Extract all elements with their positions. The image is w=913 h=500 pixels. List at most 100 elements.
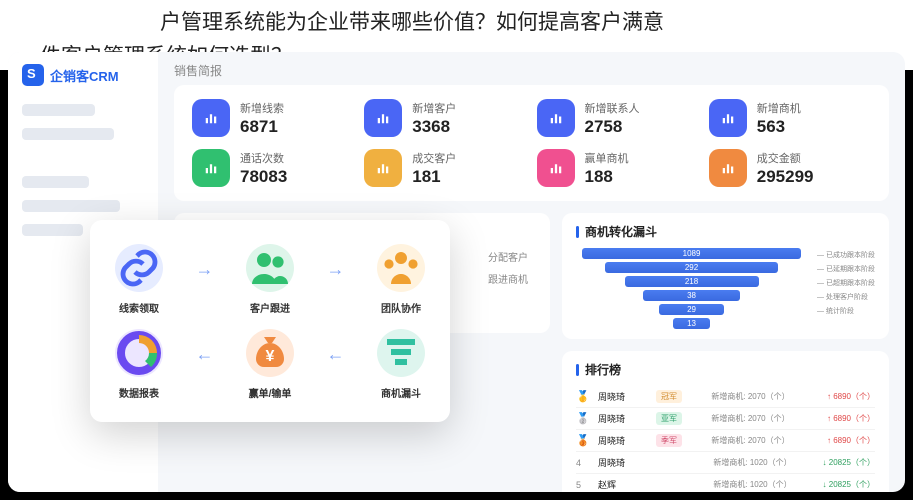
rank-name: 周晓琦 <box>598 412 648 425</box>
legend-item: 统计阶段 <box>817 306 875 316</box>
stat-value: 295299 <box>757 167 814 187</box>
arrow-left-icon: ← <box>327 344 345 385</box>
rank-badge: 冠军 <box>656 390 682 403</box>
assist-line[interactable]: 分配客户 <box>488 248 536 270</box>
bar-chart-icon <box>192 149 230 187</box>
link-chain-icon <box>115 244 163 292</box>
arrow-left-icon: ← <box>196 344 214 385</box>
rank-row[interactable]: 5 赵辉 新增商机: 1020（个） ↓ 20825（个） <box>576 474 875 492</box>
stat-item[interactable]: 成交客户 181 <box>364 149 526 187</box>
legend-item: 已延期跟本阶段 <box>817 264 875 274</box>
brand[interactable]: 企销客CRM <box>22 64 144 86</box>
legend-item: 已成功跟本阶段 <box>817 250 875 260</box>
rank-row[interactable]: 🥇 周晓琦 冠军 新增商机: 2070（个） ↑ 6890（个） <box>576 386 875 408</box>
stat-value: 2758 <box>585 117 640 137</box>
stats-card: 新增线索 6871 新增客户 3368 新增联系人 2758 新增商机 563 … <box>174 85 889 201</box>
workflow-node-team[interactable]: 团队协作 <box>372 244 430 315</box>
rank-metric: 新增商机: 1020（个） <box>694 457 811 468</box>
section-title: 商机转化漏斗 <box>576 223 875 240</box>
stat-item[interactable]: 新增客户 3368 <box>364 99 526 137</box>
stat-value: 6871 <box>240 117 284 137</box>
rank-change: ↑ 6890（个） <box>819 435 875 446</box>
rank-row[interactable]: 4 周晓琦 新增商机: 1020（个） ↓ 20825（个） <box>576 452 875 474</box>
brand-name: 企销客CRM <box>50 66 119 85</box>
donut-chart-icon <box>115 329 163 377</box>
rank-metric: 新增商机: 1020（个） <box>694 479 811 490</box>
workflow-node-lead[interactable]: 线索领取 <box>110 244 168 315</box>
bar-chart-icon <box>537 149 575 187</box>
workflow-row-2: 数据报表 ← ¥ 赢单/输单 ← 商机漏斗 <box>110 329 430 400</box>
stat-value: 78083 <box>240 167 287 187</box>
legend-item: 处理客户阶段 <box>817 292 875 302</box>
rank-row[interactable]: 🥉 周晓琦 季军 新增商机: 2070（个） ↑ 6890（个） <box>576 430 875 452</box>
workflow-label: 线索领取 <box>119 300 159 315</box>
bar-chart-icon <box>709 99 747 137</box>
rank-metric: 新增商机: 2070（个） <box>690 391 811 402</box>
stat-value: 3368 <box>412 117 456 137</box>
workflow-label: 赢单/输单 <box>249 385 292 400</box>
medal-icon: 🥈 <box>576 412 590 425</box>
stat-item[interactable]: 新增联系人 2758 <box>537 99 699 137</box>
assist-line[interactable]: 跟进商机 <box>488 270 536 292</box>
stat-label: 新增联系人 <box>585 100 640 116</box>
rank-badge: 季军 <box>656 434 682 447</box>
bar-chart-icon <box>364 99 402 137</box>
funnel-bar[interactable]: 292 <box>605 262 778 273</box>
brand-logo-icon <box>22 64 44 86</box>
stat-item[interactable]: 赢单商机 188 <box>537 149 699 187</box>
stat-label: 成交金额 <box>757 150 814 166</box>
bar-chart-icon <box>364 149 402 187</box>
workflow-node-report[interactable]: 数据报表 <box>110 329 168 400</box>
stat-value: 563 <box>757 117 801 137</box>
rank-metric: 新增商机: 2070（个） <box>690 435 811 446</box>
people-icon <box>246 244 294 292</box>
rank-metric: 新增商机: 2070（个） <box>690 413 811 424</box>
stat-item[interactable]: 新增线索 6871 <box>192 99 354 137</box>
stat-item[interactable]: 通话次数 78083 <box>192 149 354 187</box>
medal-icon: 🥉 <box>576 434 590 447</box>
funnel-bar[interactable]: 13 <box>673 318 710 329</box>
rank-number: 4 <box>576 458 590 468</box>
nav-item[interactable] <box>22 128 114 140</box>
rank-change: ↓ 20825（个） <box>819 479 875 490</box>
workflow-node-deal[interactable]: ¥ 赢单/输单 <box>241 329 299 400</box>
stat-label: 新增客户 <box>412 100 456 116</box>
workflow-node-followup[interactable]: 客户跟进 <box>241 244 299 315</box>
rank-name: 周晓琦 <box>598 434 648 447</box>
nav-item[interactable] <box>22 200 120 212</box>
rank-name: 赵辉 <box>598 478 648 491</box>
funnel-bar[interactable]: 1089 <box>582 248 801 259</box>
funnel-bar[interactable]: 218 <box>625 276 759 287</box>
stat-label: 赢单商机 <box>585 150 629 166</box>
stat-item[interactable]: 新增商机 563 <box>709 99 871 137</box>
funnel-bar[interactable]: 38 <box>643 290 740 301</box>
funnel-chart: 1089 292 218 38 29 13 <box>576 248 807 329</box>
workflow-label: 商机漏斗 <box>381 385 421 400</box>
bar-chart-icon <box>709 149 747 187</box>
bar-chart-icon <box>192 99 230 137</box>
report-section-title: 销售简报 <box>174 62 889 79</box>
stat-item[interactable]: 成交金额 295299 <box>709 149 871 187</box>
rank-name: 周晓琦 <box>598 456 648 469</box>
arrow-right-icon: → <box>327 259 345 300</box>
workflow-modal: 线索领取 → 客户跟进 → 团队协作 数据报表 ← ¥ <box>90 220 450 422</box>
funnel-section: 商机转化漏斗 1089292218382913 已成功跟本阶段已延期跟本阶段已超… <box>562 213 889 339</box>
workflow-label: 客户跟进 <box>250 300 290 315</box>
rank-row[interactable]: 🥈 周晓琦 亚军 新增商机: 2070（个） ↑ 6890（个） <box>576 408 875 430</box>
workflow-label: 团队协作 <box>381 300 421 315</box>
medal-icon: 🥇 <box>576 390 590 403</box>
workflow-row-1: 线索领取 → 客户跟进 → 团队协作 <box>110 244 430 315</box>
workflow-node-funnel[interactable]: 商机漏斗 <box>372 329 430 400</box>
workflow-label: 数据报表 <box>119 385 159 400</box>
question-text-1: 户管理系统能为企业带来哪些价值？如何提高客户满意 <box>160 6 773 36</box>
bar-chart-icon <box>537 99 575 137</box>
team-icon <box>377 244 425 292</box>
rank-change: ↓ 20825（个） <box>819 457 875 468</box>
nav-item[interactable] <box>22 176 89 188</box>
stat-value: 188 <box>585 167 629 187</box>
svg-text:¥: ¥ <box>266 348 275 365</box>
nav-item[interactable] <box>22 224 83 236</box>
stat-label: 新增商机 <box>757 100 801 116</box>
funnel-bar[interactable]: 29 <box>659 304 724 315</box>
nav-item[interactable] <box>22 104 95 116</box>
